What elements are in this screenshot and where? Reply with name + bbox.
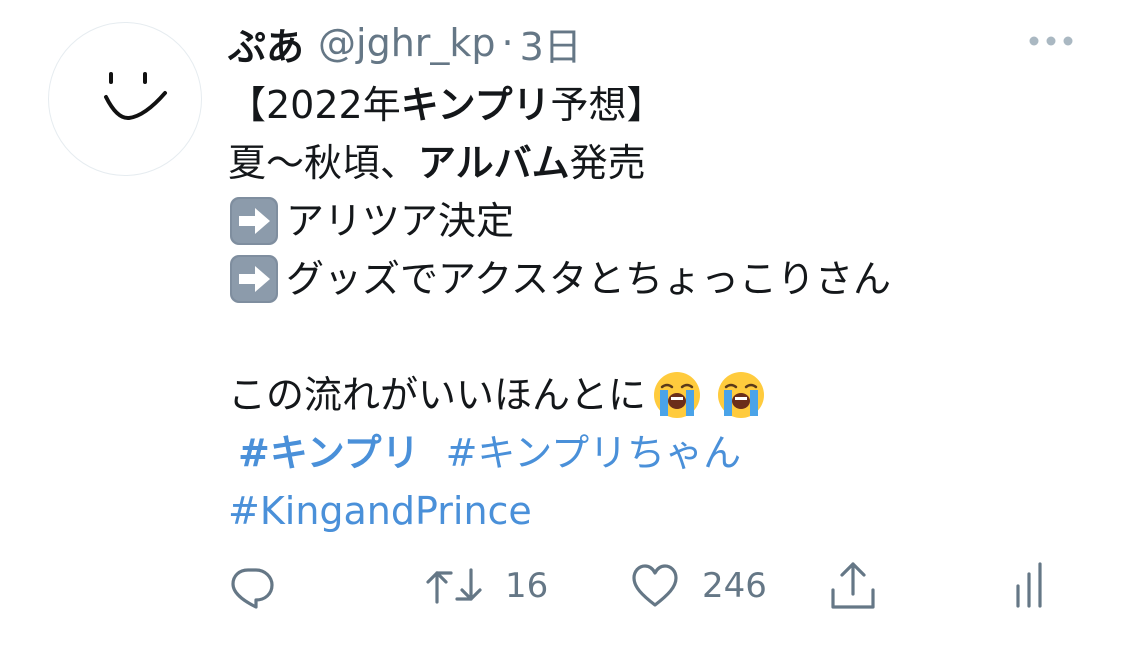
heart-icon: [632, 564, 678, 607]
analytics-button[interactable]: [1012, 560, 1052, 612]
tweet-line-5: この流れがいいほんとに: [228, 366, 1098, 424]
text-segment: 【2022年: [228, 83, 401, 127]
reply-button[interactable]: [228, 560, 276, 612]
text-segment-bold: キンプリ: [400, 83, 551, 127]
smiley-face-icon: [104, 72, 167, 121]
more-dots-icon[interactable]: [1026, 30, 1076, 52]
retweet-button[interactable]: 16: [425, 560, 548, 612]
tweet-line-3: アリツア決定: [228, 192, 1098, 250]
hashtag-kinpuri-chan[interactable]: #キンプリちゃん: [446, 424, 742, 482]
text-segment: 発売: [569, 141, 646, 185]
hashtag-kingandprince[interactable]: #KingandPrince: [228, 482, 532, 540]
text-segment: この流れがいいほんとに: [228, 373, 647, 417]
right-arrow-emoji-icon: [230, 255, 278, 303]
reply-icon: [231, 568, 274, 609]
retweet-icon: [426, 568, 482, 604]
tweet-line-2: 夏〜秋頃、 アルバム 発売: [228, 134, 1098, 192]
share-icon: [831, 562, 875, 609]
text-segment: 予想】: [550, 83, 665, 127]
loudly-crying-face-emoji-icon: [718, 372, 765, 418]
tweet-text: 【2022年 キンプリ 予想】 夏〜秋頃、 アルバム 発売 アリツア決定 グッズでアク…: [228, 76, 1098, 540]
separator-dot: ·: [501, 21, 514, 65]
tweet-line-1: 【2022年 キンプリ 予想】: [228, 76, 1098, 134]
avatar[interactable]: [48, 22, 202, 176]
share-button[interactable]: [828, 560, 878, 612]
user-handle[interactable]: @jghr_kp: [318, 21, 496, 65]
loudly-crying-face-emoji-icon: [654, 372, 701, 418]
tweet-time[interactable]: 3日: [520, 16, 582, 71]
hashtag-line-1: #キンプリ #キンプリちゃん: [228, 424, 1098, 482]
hashtag-kinpuri[interactable]: #キンプリ: [238, 424, 420, 482]
tweet-actions: 16 246: [0, 560, 1125, 612]
text-segment: アリツア決定: [286, 199, 515, 243]
right-arrow-emoji-icon: [230, 197, 278, 245]
hashtag-line-2: #KingandPrince: [228, 482, 1098, 540]
retweet-count: 16: [505, 566, 549, 606]
text-segment: グッズでアクスタとちょっこりさん: [286, 257, 891, 301]
like-count: 246: [702, 566, 767, 606]
display-name[interactable]: ぷあ: [228, 16, 304, 71]
tweet-header: ぷあ @jghr_kp · 3日: [228, 16, 582, 71]
text-segment-bold: アルバム: [418, 141, 570, 185]
text-segment: 夏〜秋頃、: [228, 141, 419, 185]
like-button[interactable]: 246: [630, 560, 767, 612]
tweet-line-4: グッズでアクスタとちょっこりさん: [228, 250, 1098, 308]
analytics-icon: [1016, 562, 1042, 608]
